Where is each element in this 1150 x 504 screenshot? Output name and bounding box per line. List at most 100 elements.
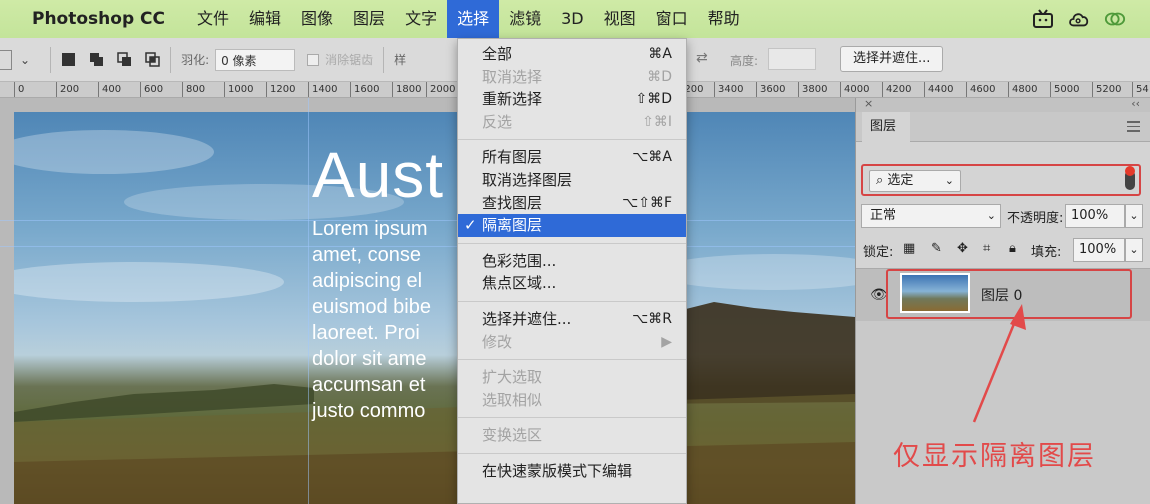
menu-help[interactable]: 帮助: [698, 0, 750, 38]
brush-icon[interactable]: ✎: [931, 241, 942, 256]
blend-opacity-row: 正常 ⌄ 不透明度: 100% ⌄: [861, 204, 1143, 228]
menu-item-inverse[interactable]: 反选 ⇧⌘I: [458, 111, 686, 134]
canvas-text-line: euismod bibe: [312, 296, 431, 318]
panel-tabs: 图层: [856, 112, 1150, 142]
menu-item-similar[interactable]: 选取相似: [458, 389, 686, 412]
subtract-selection-icon[interactable]: [117, 52, 132, 67]
layer-filter-select[interactable]: ⌕ 选定 ⌄: [869, 170, 961, 192]
ruler-tick: 200: [56, 82, 79, 97]
shortcut-label: ⌥⇧⌘F: [622, 194, 672, 211]
ruler-tick: 4800: [1008, 82, 1037, 97]
intersect-selection-icon[interactable]: [145, 52, 160, 67]
fill-label: 填充:: [1031, 245, 1062, 260]
menu-edit[interactable]: 编辑: [239, 0, 291, 38]
shortcut-label: ⇧⌘D: [635, 91, 672, 108]
select-and-mask-button[interactable]: 选择并遮住...: [840, 46, 944, 72]
ruler-tick: 1800: [392, 82, 421, 97]
collapse-icon[interactable]: ‹‹: [1131, 97, 1140, 110]
add-selection-icon[interactable]: [89, 52, 104, 67]
menu-file[interactable]: 文件: [187, 0, 239, 38]
shortcut-label: ⇧⌘I: [642, 113, 672, 130]
menu-image[interactable]: 图像: [291, 0, 343, 38]
shortcut-label: ⌥⌘A: [632, 149, 672, 166]
menu-filter[interactable]: 滤镜: [499, 0, 551, 38]
blend-mode-select[interactable]: 正常 ⌄: [861, 204, 1001, 228]
menu-item-reselect[interactable]: 重新选择 ⇧⌘D: [458, 88, 686, 111]
menu-select[interactable]: 选择: [447, 0, 500, 38]
ruler-tick: 3800: [798, 82, 827, 97]
menu-item-label: 修改: [482, 332, 513, 351]
app-name[interactable]: Photoshop CC: [32, 9, 165, 29]
divider: [50, 46, 52, 73]
cloud-icon[interactable]: [1068, 9, 1090, 29]
chevron-down-icon: ⌄: [944, 174, 954, 187]
panel-title-bar: × ‹‹: [856, 97, 1150, 112]
creative-cloud-icon[interactable]: [1104, 9, 1126, 29]
menu-item-grow[interactable]: 扩大选取: [458, 366, 686, 389]
menu-layer[interactable]: 图层: [343, 0, 395, 38]
lock-label: 锁定:: [863, 245, 894, 260]
menu-item-label: 焦点区域...: [482, 274, 557, 293]
filter-toggle-switch[interactable]: [1125, 166, 1135, 190]
canvas-text-line: amet, conse: [312, 244, 421, 266]
menu-item-label: 在快速蒙版模式下编辑: [482, 461, 633, 480]
divider: [383, 46, 385, 73]
selection-modes: [61, 52, 160, 67]
canvas-text-line: accumsan et: [312, 374, 426, 396]
chevron-down-icon[interactable]: ⌄: [1125, 204, 1143, 228]
menu-item-isolate-layers[interactable]: ✓ 隔离图层: [458, 214, 686, 237]
canvas-text-line: justo commo: [312, 400, 426, 422]
close-icon[interactable]: ×: [864, 97, 873, 110]
menu-item-label: 色彩范围...: [482, 251, 557, 270]
document-canvas-area[interactable]: Aust Lorem ipsum amet, conse adipiscing …: [0, 98, 855, 504]
menu-item-color-range[interactable]: 色彩范围...: [458, 250, 686, 273]
ruler-tick: 4200: [882, 82, 911, 97]
divider: [170, 46, 172, 73]
lock-icon[interactable]: 🔒︎: [1009, 241, 1016, 256]
ruler-tick: 3600: [756, 82, 785, 97]
panel-menu-icon[interactable]: [1127, 121, 1140, 135]
menu-item-find-layers[interactable]: 查找图层 ⌥⇧⌘F: [458, 192, 686, 215]
fill-input[interactable]: 100%: [1073, 238, 1125, 262]
lock-fill-row: 锁定: ▦ ✎ ✥ ⌗ 🔒︎ 填充: 100% ⌄: [861, 238, 1143, 262]
menu-item-label: 隔离图层: [482, 216, 543, 235]
ruler-tick: 4000: [840, 82, 869, 97]
chevron-down-icon[interactable]: ⌄: [1125, 238, 1143, 262]
menu-item-deselect[interactable]: 取消选择 ⌘D: [458, 66, 686, 89]
move-icon[interactable]: ✥: [957, 241, 968, 256]
ruler-tick: 800: [182, 82, 205, 97]
menu-item-modify[interactable]: 修改 ▶: [458, 331, 686, 354]
shortcut-label: ⌘A: [648, 46, 672, 62]
menu-item-select-and-mask[interactable]: 选择并遮住... ⌥⌘R: [458, 308, 686, 331]
ruler-tick: 2000: [426, 82, 455, 97]
lock-transparent-icon[interactable]: ▦: [903, 241, 915, 256]
menu-item-select-all[interactable]: 全部 ⌘A: [458, 43, 686, 66]
tab-layers[interactable]: 图层: [862, 112, 910, 142]
menu-item-label: 变换选区: [482, 426, 543, 445]
height-label: 高度:: [730, 54, 759, 68]
tool-preset-picker[interactable]: [0, 49, 12, 70]
artboard-icon[interactable]: ⌗: [983, 241, 990, 256]
chevron-down-icon[interactable]: ⌄: [20, 53, 30, 67]
height-input[interactable]: [768, 48, 816, 70]
menu-separator: [458, 300, 686, 302]
menu-3d[interactable]: 3D: [551, 0, 594, 38]
menu-item-focus-area[interactable]: 焦点区域...: [458, 272, 686, 295]
guide-line[interactable]: [308, 98, 309, 504]
menu-type[interactable]: 文字: [395, 0, 447, 38]
menu-item-label: 反选: [482, 112, 513, 131]
feather-input[interactable]: 0 像素: [215, 48, 296, 71]
opacity-input[interactable]: 100%: [1065, 204, 1125, 228]
menu-item-quick-mask[interactable]: 在快速蒙版模式下编辑: [458, 460, 686, 483]
antialias-checkbox[interactable]: [307, 53, 320, 66]
menu-view[interactable]: 视图: [594, 0, 646, 38]
tv-icon[interactable]: [1032, 9, 1054, 29]
feather-label: 羽化:: [181, 53, 210, 67]
menu-item-deselect-layers[interactable]: 取消选择图层: [458, 169, 686, 192]
menu-item-all-layers[interactable]: 所有图层 ⌥⌘A: [458, 146, 686, 169]
new-selection-icon[interactable]: [61, 52, 76, 67]
menu-item-transform-selection[interactable]: 变换选区: [458, 424, 686, 447]
menu-window[interactable]: 窗口: [646, 0, 698, 38]
swap-icon[interactable]: ⇄: [696, 50, 708, 66]
ruler-tick: 400: [98, 82, 121, 97]
